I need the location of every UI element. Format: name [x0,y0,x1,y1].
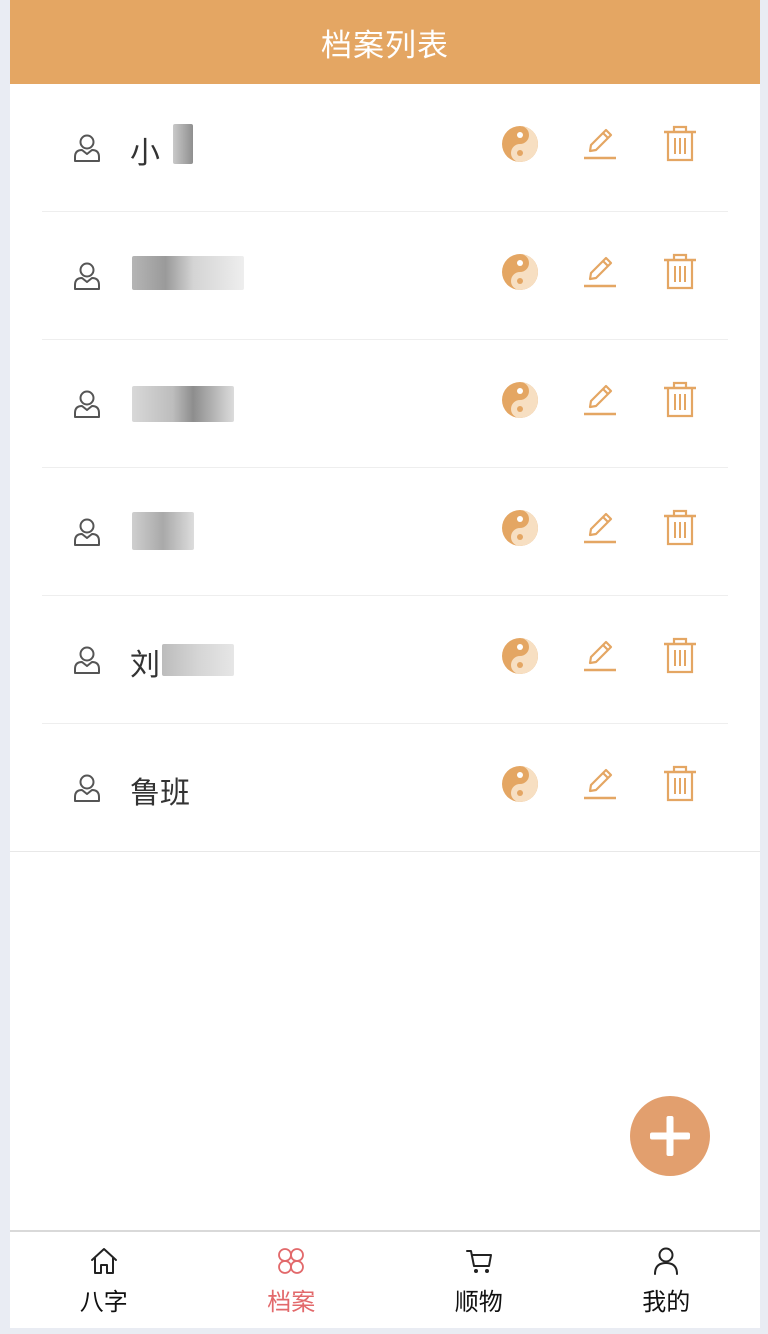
person-icon [74,134,100,162]
pencil-icon[interactable] [580,124,620,164]
pencil-icon[interactable] [580,252,620,292]
record-list: 小 刘 鲁班 [10,84,760,852]
pencil-icon[interactable] [580,636,620,676]
cart-icon [465,1250,492,1273]
trash-icon[interactable] [660,380,700,420]
record-name: 刘 [130,649,160,682]
tab-bazi[interactable]: 八字 [10,1232,198,1328]
app-screen: 档案列表 小 刘 鲁班 八字 档案 顺物 我的 [10,0,760,1328]
privacy-blur [132,512,194,550]
tab-mine[interactable]: 我的 [573,1232,761,1328]
trash-icon[interactable] [660,764,700,804]
plus-icon [650,1116,690,1156]
tab-archive[interactable]: 档案 [198,1232,386,1328]
yin-yang-icon[interactable] [500,508,540,548]
yin-yang-icon[interactable] [500,124,540,164]
yin-yang-icon[interactable] [500,764,540,804]
header-bar: 档案列表 [10,0,760,84]
page-title: 档案列表 [321,27,449,63]
trash-icon[interactable] [660,124,700,164]
list-item[interactable]: 小 [10,84,760,212]
user-icon [654,1247,679,1275]
list-item[interactable] [10,340,760,468]
privacy-blur [132,256,244,290]
yin-yang-icon[interactable] [500,636,540,676]
list-item[interactable]: 鲁班 [10,724,760,852]
person-icon [74,390,100,418]
pencil-icon[interactable] [580,764,620,804]
tab-label: 顺物 [454,1289,503,1316]
list-item[interactable] [10,212,760,340]
list-item[interactable]: 刘 [10,596,760,724]
tab-label: 我的 [642,1289,691,1316]
trash-icon[interactable] [660,252,700,292]
yin-yang-icon[interactable] [500,252,540,292]
privacy-blur [173,124,193,164]
person-icon [74,646,100,674]
clover-icon [278,1248,305,1274]
record-name: 鲁班 [130,777,190,810]
bottom-tab-bar: 八字 档案 顺物 我的 [10,1230,760,1328]
trash-icon[interactable] [660,636,700,676]
tab-label: 档案 [267,1289,316,1316]
list-item[interactable] [10,468,760,596]
record-name: 小 [130,137,160,170]
privacy-blur [132,386,234,422]
person-icon [74,518,100,546]
home-icon [90,1248,117,1274]
privacy-blur [162,644,234,676]
divider [10,851,760,852]
person-icon [74,774,100,802]
person-icon [74,262,100,290]
trash-icon[interactable] [660,508,700,548]
tab-shunwu[interactable]: 顺物 [385,1232,573,1328]
yin-yang-icon[interactable] [500,380,540,420]
pencil-icon[interactable] [580,380,620,420]
add-record-button[interactable] [630,1096,710,1176]
pencil-icon[interactable] [580,508,620,548]
tab-label: 八字 [79,1289,128,1316]
